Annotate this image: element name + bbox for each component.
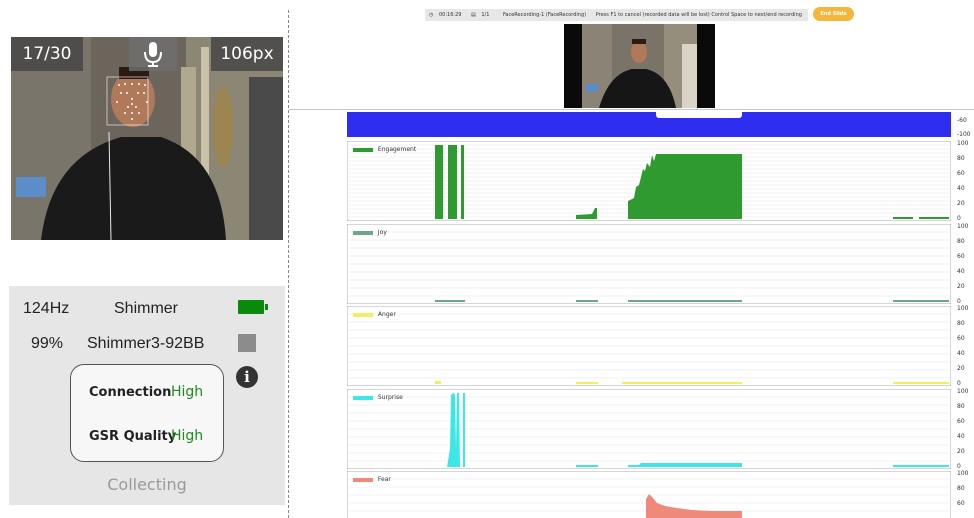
quality-box: Connection High GSR Quality High [70, 364, 224, 462]
anger-plot [347, 306, 951, 386]
fear-tick-100: 100 [957, 470, 969, 477]
surprise-tick-100: 100 [957, 388, 969, 395]
slide-icon: ▤ [471, 12, 476, 18]
elapsed-time: 00:16:29 [438, 12, 462, 18]
video-image [582, 24, 697, 108]
joy-plot [347, 224, 951, 304]
section-divider [289, 109, 974, 110]
video-preview [564, 24, 715, 108]
gsr-value: High [171, 428, 204, 444]
connection-value: High [171, 384, 204, 400]
connection-label: Connection [89, 385, 172, 400]
surprise-tick-20: 20 [957, 448, 965, 455]
recording-toolbar: ◷ 00:16:29 ▤ 1/1 FaceRecording-1 (FaceRe… [425, 9, 808, 21]
camera-feed: 17/30 106px [11, 37, 283, 240]
joy-tick-0: 0 [957, 298, 961, 305]
anger-tick-40: 40 [957, 350, 965, 357]
engagement-legend-label: Engagement [377, 146, 417, 153]
surprise-legend-label: Surprise [377, 394, 403, 401]
fear-plot [347, 471, 951, 518]
microphone-icon[interactable] [129, 37, 177, 71]
fear-legend-label: Fear [377, 476, 391, 483]
gsr-label: GSR Quality [89, 429, 177, 444]
sample-rate: 124Hz [23, 300, 70, 317]
app-root: 17/30 106px 124Hz Shimmer 99% Shimmer3-9… [0, 0, 974, 518]
anger-tick-60: 60 [957, 335, 965, 342]
sensor-name: Shimmer [114, 300, 179, 317]
engagement-tick-100: 100 [957, 140, 969, 147]
surprise-tick-80: 80 [957, 403, 965, 410]
anger-tick-80: 80 [957, 320, 965, 327]
surprise-chart: Surprise [347, 389, 951, 469]
anger-legend-label: Anger [377, 311, 396, 318]
engagement-tick-20: 20 [957, 200, 965, 207]
engagement-plot [347, 141, 951, 221]
surprise-legend: Surprise [353, 394, 403, 401]
fear-legend-swatch [353, 477, 373, 482]
anger-tick-20: 20 [957, 365, 965, 372]
battery-icon [238, 300, 268, 314]
anger-legend: Anger [353, 311, 396, 318]
surprise-tick-40: 40 [957, 433, 965, 440]
shimmer-panel: 124Hz Shimmer 99% Shimmer3-92BB i Connec… [9, 286, 285, 505]
collecting-status: Collecting [107, 475, 187, 494]
clock-icon: ◷ [429, 12, 434, 18]
joy-tick-80: 80 [957, 238, 965, 245]
fear-chart: Fear [347, 471, 951, 518]
joy-chart: Joy [347, 224, 951, 304]
engagement-legend-swatch [353, 147, 373, 152]
anger-tick-0: 0 [957, 380, 961, 387]
pixel-size-badge: 106px [211, 37, 283, 71]
fear-tick-80: 80 [957, 485, 965, 492]
surprise-legend-swatch [353, 395, 373, 400]
status-square[interactable] [238, 334, 256, 352]
joy-tick-60: 60 [957, 253, 965, 260]
instructions-text: Press F1 to cancel (recorded data will b… [595, 12, 802, 18]
info-icon[interactable]: i [236, 366, 258, 388]
joy-tick-40: 40 [957, 268, 965, 275]
head-position-bar [347, 112, 951, 137]
engagement-tick-60: 60 [957, 170, 965, 177]
engagement-chart: Engagement [347, 141, 951, 221]
anger-tick-100: 100 [957, 305, 969, 312]
surprise-tick-60: 60 [957, 418, 965, 425]
panel-divider[interactable] [288, 10, 289, 518]
head-position-marker[interactable] [656, 112, 742, 118]
engagement-legend: Engagement [353, 146, 416, 153]
frame-counter: 17/30 [11, 37, 83, 71]
anger-legend-swatch [353, 312, 373, 317]
joy-legend-label: Joy [377, 229, 387, 236]
end-slide-button[interactable]: End Slide [813, 7, 854, 21]
battery-percent: 99% [31, 335, 64, 352]
device-id: Shimmer3-92BB [87, 335, 205, 352]
engagement-tick-0: 0 [957, 215, 961, 222]
engagement-tick-40: 40 [957, 185, 965, 192]
joy-tick-20: 20 [957, 283, 965, 290]
microphone-icon-glyph [144, 42, 162, 67]
engagement-tick-80: 80 [957, 155, 965, 162]
joy-legend-swatch [353, 230, 373, 235]
slide-counter: 1/1 [481, 12, 490, 18]
blue-tick-1: -60 [957, 117, 967, 124]
fear-tick-60: 60 [957, 500, 965, 507]
blue-tick-2: -100 [957, 131, 971, 138]
recording-name: FaceRecording-1 (FaceRecording) [503, 12, 587, 18]
anger-chart: Anger [347, 306, 951, 386]
fear-legend: Fear [353, 476, 391, 483]
joy-legend: Joy [353, 229, 387, 236]
camera-overlay: 17/30 106px [11, 37, 283, 71]
joy-tick-100: 100 [957, 223, 969, 230]
surprise-tick-0: 0 [957, 463, 961, 470]
surprise-plot [347, 389, 951, 469]
